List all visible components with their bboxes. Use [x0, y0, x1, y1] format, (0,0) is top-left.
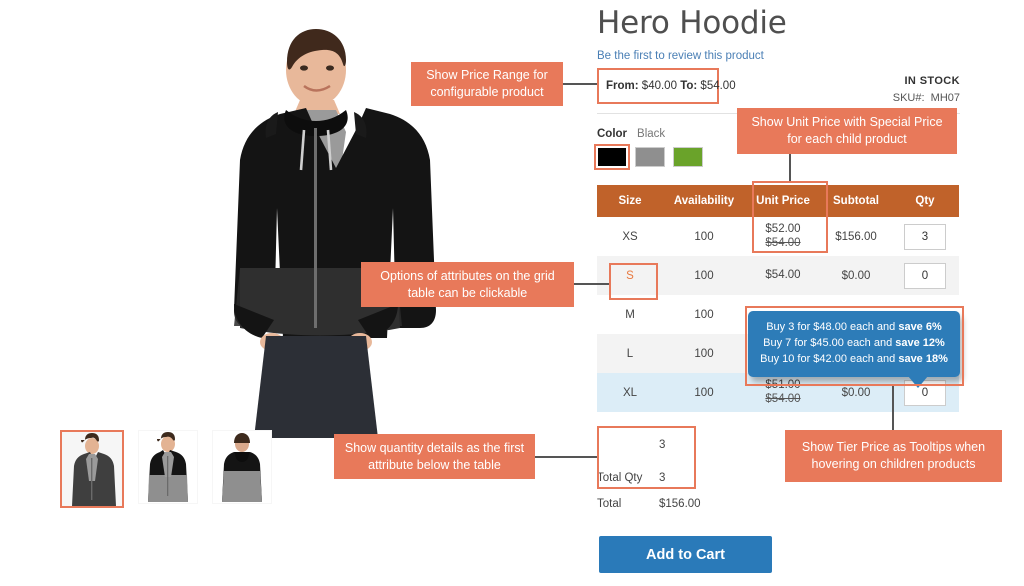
cell-subtotal: $0.00: [821, 256, 891, 295]
swatch-attribute-label: Color: [597, 128, 628, 140]
col-qty: Qty: [891, 185, 959, 217]
cell-availability: 100: [694, 230, 714, 243]
cell-availability: 100: [663, 334, 745, 373]
tier-price-line: Buy 7 for $45.00 each and save 12%: [763, 336, 945, 349]
swatch-selected-value: Black: [637, 128, 666, 140]
swatch-header: Color Black: [597, 128, 665, 140]
total-qty-label: Total Qty: [597, 471, 643, 484]
annotation-tier-tooltip: Show Tier Price as Tooltips when hoverin…: [785, 430, 1002, 482]
table-row[interactable]: XS 100 $52.00 $54.00 $156.00 3: [597, 217, 959, 256]
review-product-link[interactable]: Be the first to review this product: [597, 50, 764, 62]
add-to-cart-button[interactable]: Add to Cart: [599, 536, 772, 573]
status-badge: IN STOCK: [904, 75, 960, 87]
product-info: Hero Hoodie: [597, 0, 997, 42]
tier-price-tooltip: Buy 3 for $48.00 each and save 6% Buy 7 f…: [748, 311, 960, 388]
cell-qty[interactable]: 0: [891, 256, 959, 295]
cell-unit-price: $52.00 $54.00: [745, 217, 821, 256]
thumbnail-2[interactable]: [138, 430, 198, 504]
color-swatch-list[interactable]: [594, 144, 703, 170]
thumbnail-3[interactable]: [212, 430, 272, 504]
table-header-row: Size Availability Unit Price Subtotal Qt…: [597, 185, 959, 217]
leader-line-unit-price: [789, 154, 791, 182]
unit-price-original: $54.00: [765, 392, 801, 405]
unit-price-value: $51.00: [765, 379, 801, 392]
sku-value: MH07: [930, 92, 960, 104]
cell-size: L: [597, 334, 663, 373]
leader-line-quantity-details: [535, 456, 597, 458]
cell-size: XL: [597, 373, 663, 412]
summary-swatch-qty: 3: [659, 438, 666, 451]
cell-availability: 100: [663, 373, 745, 412]
cell-subtotal: $156.00: [835, 230, 877, 243]
col-size: Size: [597, 185, 663, 217]
tier-price-line: Buy 3 for $48.00 each and save 6%: [766, 321, 942, 333]
qty-input[interactable]: 0: [904, 262, 946, 289]
cell-subtotal: $0.00: [821, 373, 891, 412]
cell-qty[interactable]: 3: [891, 217, 959, 256]
unit-price-value: $54.00: [765, 268, 801, 281]
unit-price-original: $54.00: [765, 236, 801, 249]
product-page: Hero Hoodie Be the first to review this …: [0, 0, 1024, 586]
annotation-price-range: Show Price Range for configurable produc…: [411, 62, 563, 106]
thumbnail-1[interactable]: [60, 430, 124, 508]
price-from-value: $40.00: [641, 80, 677, 92]
price-range: From: $40.00 To: $54.00: [597, 68, 736, 104]
total-value: $156.00: [659, 498, 701, 510]
summary-total-qty-row: Total Qty 3: [597, 461, 695, 494]
cell-size: XS: [622, 230, 638, 243]
thumbnail-strip[interactable]: [60, 430, 272, 508]
product-grid-table: Size Availability Unit Price Subtotal Qt…: [597, 185, 959, 412]
cell-availability: 100: [663, 256, 745, 295]
total-label: Total: [597, 498, 622, 510]
product-main-image[interactable]: [188, 18, 436, 438]
table-row[interactable]: XL 100 $51.00 $54.00 $0.00 0: [597, 373, 959, 412]
color-swatch-green[interactable]: [673, 147, 703, 167]
tier-price-line: Buy 10 for $42.00 each and save 18%: [760, 352, 948, 365]
sku-line: SKU#: MH07: [780, 92, 960, 104]
sku-label: SKU#:: [892, 92, 925, 104]
color-swatch-black[interactable]: [594, 144, 630, 170]
col-subtotal: Subtotal: [821, 185, 891, 217]
col-unit-price: Unit Price: [745, 185, 821, 217]
annotation-unit-price: Show Unit Price with Special Price for e…: [737, 108, 957, 154]
size-option-link[interactable]: S: [626, 270, 634, 282]
price-from-label: From:: [606, 80, 639, 92]
page-title: Hero Hoodie: [597, 5, 787, 41]
cell-availability: 100: [694, 308, 714, 321]
col-availability: Availability: [663, 185, 745, 217]
leader-line-tier-tooltip: [892, 386, 894, 430]
tooltip-tail-icon: [908, 375, 928, 388]
annotation-quantity-details: Show quantity details as the first attri…: [334, 434, 535, 479]
price-to-label: To:: [680, 80, 698, 92]
price-to-value: $54.00: [700, 80, 736, 92]
cell-unit-price: $51.00 $54.00: [745, 373, 821, 412]
total-row: Total $156.00: [597, 498, 757, 510]
quantity-summary: 3 Total Qty 3: [597, 428, 695, 494]
cell-unit-price: $54.00: [745, 256, 821, 295]
qty-input[interactable]: 3: [904, 223, 946, 250]
unit-price-value: $52.00: [765, 223, 801, 236]
total-qty-value: 3: [659, 471, 666, 484]
summary-swatch-row: 3: [597, 428, 695, 461]
color-swatch-gray[interactable]: [635, 147, 665, 167]
table-row[interactable]: S 100 $54.00 $0.00 0: [597, 256, 959, 295]
annotation-clickable-options: Options of attributes on the grid table …: [361, 262, 574, 307]
cell-size[interactable]: S: [597, 256, 663, 295]
cell-size: M: [625, 308, 635, 321]
leader-line-price-range: [563, 83, 597, 85]
leader-line-clickable-options: [574, 283, 609, 285]
